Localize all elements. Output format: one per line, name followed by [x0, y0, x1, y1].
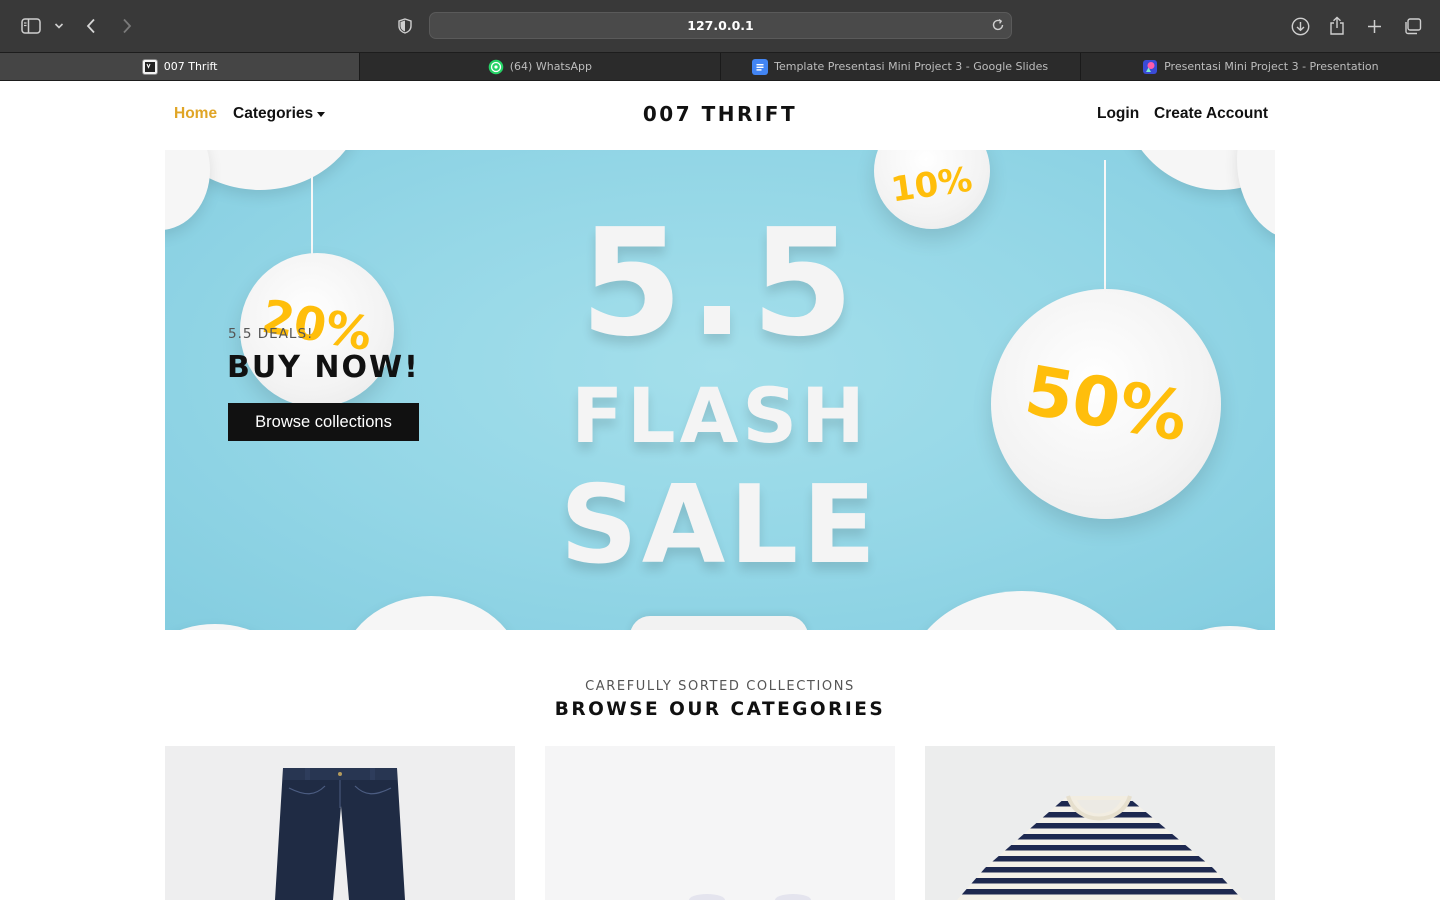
sidebar-toggle-icon[interactable]: [20, 12, 42, 40]
tab-007-thrift[interactable]: 007 Thrift: [0, 53, 361, 80]
category-card-tshirt[interactable]: [925, 746, 1275, 900]
hero-subtitle: 5.5 DEALS!: [228, 326, 314, 342]
tab-presentation[interactable]: Presentasi Mini Project 3 - Presentation: [1081, 53, 1440, 80]
nav-login-link[interactable]: Login: [1097, 105, 1139, 123]
url-text: 127.0.0.1: [687, 18, 754, 33]
categories-subtitle: CAREFULLY SORTED COLLECTIONS: [585, 679, 855, 694]
tab-whatsapp[interactable]: (64) WhatsApp: [360, 53, 721, 80]
hero-title: BUY NOW!: [227, 350, 420, 385]
address-bar[interactable]: 127.0.0.1: [429, 12, 1012, 39]
discount-badge-top: 10%: [888, 159, 976, 211]
tab-label: Presentasi Mini Project 3 - Presentation: [1164, 60, 1379, 73]
thrift-favicon-icon: [141, 58, 158, 75]
shoes-image: [689, 894, 811, 900]
browse-collections-button[interactable]: Browse collections: [228, 403, 419, 441]
new-tab-icon[interactable]: [1365, 12, 1383, 40]
tab-label: Template Presentasi Mini Project 3 - Goo…: [774, 60, 1049, 73]
banner-cloud-decoration: [1155, 626, 1275, 630]
tab-label: (64) WhatsApp: [509, 60, 592, 73]
site-navbar: Home Categories 007 THRIFT Login Create …: [165, 81, 1275, 150]
reload-icon[interactable]: [991, 18, 1005, 37]
jeans-image: [275, 768, 405, 900]
back-icon[interactable]: [84, 12, 98, 40]
tab-google-slides[interactable]: Template Presentasi Mini Project 3 - Goo…: [721, 53, 1081, 80]
banner-cloud-decoration: [907, 591, 1137, 630]
category-card-jeans[interactable]: [165, 746, 515, 900]
tab-bar: 007 Thrift (64) WhatsApp Template Presen…: [0, 52, 1440, 81]
whatsapp-icon: [488, 59, 504, 75]
banner-cloud-decoration: [165, 624, 295, 630]
browser-toolbar: 127.0.0.1: [0, 0, 1440, 52]
banner-cloud-decoration: [341, 596, 521, 630]
striped-tshirt-image: [957, 795, 1243, 900]
categories-title: BROWSE OUR CATEGORIES: [554, 699, 886, 720]
banner-pill-decoration: [630, 616, 808, 630]
banner-headline-55: 5.5: [579, 197, 861, 369]
hero-banner: 20% 10% 50% 5.5 FLASH SALE 5.5 DEALS! BU…: [165, 150, 1275, 630]
presentation-icon: [1142, 59, 1158, 75]
downloads-icon[interactable]: [1290, 12, 1310, 40]
forward-icon[interactable]: [120, 12, 134, 40]
tab-label: 007 Thrift: [163, 60, 218, 73]
privacy-shield-icon[interactable]: [397, 12, 413, 40]
banner-headline-sale: SALE: [560, 463, 880, 588]
google-slides-icon: [752, 58, 769, 75]
nav-create-account-link[interactable]: Create Account: [1154, 105, 1268, 123]
category-card-shoes[interactable]: [545, 746, 895, 900]
tab-overview-icon[interactable]: [1402, 12, 1422, 40]
share-icon[interactable]: [1328, 12, 1346, 40]
chevron-down-icon[interactable]: [53, 12, 65, 40]
